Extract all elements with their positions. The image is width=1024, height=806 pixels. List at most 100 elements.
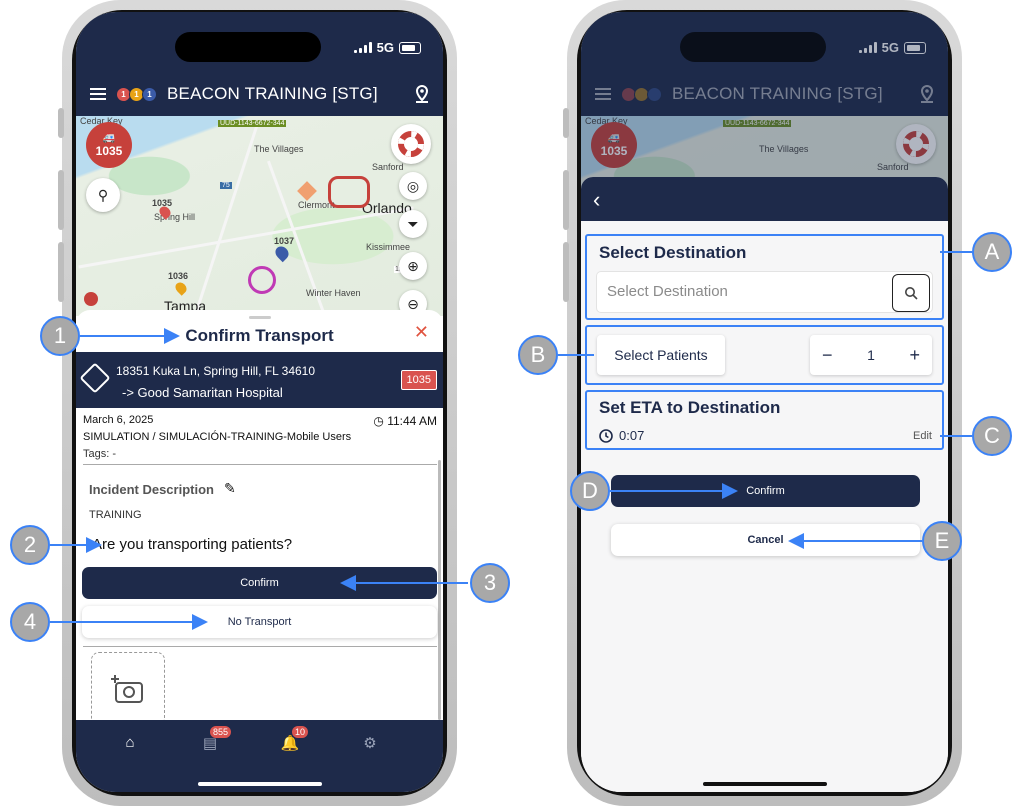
incident-time-wrap: ◷ 11:44 AM [373,414,437,428]
map-label: Kissimmee [366,242,411,252]
divider [83,464,437,465]
mute-switch [563,108,569,138]
crosshair-icon: ◎ [406,177,420,194]
no-transport-button[interactable]: No Transport [82,606,437,638]
ambulance-icon: 🚑 [102,132,116,144]
mute-switch [58,108,64,138]
map-pin-icon[interactable] [272,243,292,263]
hospital-icon[interactable] [84,292,98,306]
callout-c: C [972,416,1012,456]
alert-badge: 10 [292,726,309,738]
sheet-title: Confirm Transport [185,326,334,345]
address-bar: 18351 Kuka Ln, Spring Hill, FL 34610 -> … [76,352,443,408]
destination-search-button[interactable] [892,274,930,312]
menu-icon[interactable] [90,88,106,100]
zoom-in-button[interactable]: ⊕ [399,252,427,280]
patient-count: 1 [867,347,875,363]
right-phone-frame: 5G BEACON TRAINING [STG] Cedar Key UUD-1… [563,0,962,806]
confirm-button[interactable]: Confirm [82,567,437,599]
close-icon[interactable]: ✕ [414,322,429,343]
callout-4: 4 [10,602,50,642]
status-dots: 1 1 1 [116,86,157,102]
add-photo-button[interactable] [91,652,165,726]
add-photo-icon [111,675,143,703]
directions-icon [79,362,111,394]
incident-description-value: TRAINING [89,509,142,521]
battery-icon [399,41,421,54]
home-indicator [702,782,827,786]
callout-d: D [570,471,610,511]
incident-marker-icon[interactable] [297,181,317,201]
unit-number-badge: 1035 [400,370,437,390]
map-label: 1037 [274,236,295,246]
network-label: 5G [376,40,394,55]
eta-value: 0:07 [619,428,645,443]
select-patients-button[interactable]: Select Patients [597,335,725,375]
location-pin-icon[interactable] [415,85,429,103]
map-search-button[interactable]: ⚲ [86,178,120,212]
callout-2: 2 [10,525,50,565]
home-icon[interactable]: ⌂ [120,734,140,754]
callout-e: E [922,521,962,561]
lifebuoy-button[interactable] [391,124,431,164]
volume-down-button [563,242,569,302]
incident-category: SIMULATION / SIMULACIÓN-TRAINING-Mobile … [83,431,352,443]
incident-tags: Tags: - [83,448,117,460]
callout-1: 1 [40,316,80,356]
volume-up-button [58,170,64,230]
search-icon [905,287,918,300]
incident-date: March 6, 2025 [83,414,154,426]
incident-cluster-icon[interactable] [328,176,370,208]
edit-pencil-icon[interactable]: ✎ [224,480,236,497]
recenter-button[interactable]: ◎ [399,172,427,200]
filter-button[interactable]: ⏷ [399,210,427,238]
patient-count-stepper[interactable]: − 1 + [810,335,932,375]
decrement-button[interactable]: − [822,345,833,366]
eta-value-row: 0:07 [599,428,644,443]
callout-3: 3 [470,563,510,603]
zoom-in-icon: ⊕ [407,257,419,274]
confirm-transport-sheet: Confirm Transport ✕ 18351 Kuka Ln, Sprin… [76,310,443,734]
incident-time: 11:44 AM [387,414,437,428]
gear-icon[interactable]: ⚙ [360,734,380,754]
map-label: 1036 [168,271,189,281]
unit-badge-label: 1035 [95,143,123,158]
map-label: Winter Haven [306,288,361,298]
map-label: 75 [220,182,232,189]
drag-handle[interactable] [248,316,271,319]
map-label: UUD-1143-6672-344 [218,120,287,127]
eta-edit-link[interactable]: Edit [913,430,932,442]
callout-a: A [972,232,1012,272]
status-bar: 5G [353,40,421,55]
map-label: The Villages [254,144,304,154]
destination-address: -> Good Samaritan Hospital [122,385,283,400]
incident-marker-icon[interactable] [248,266,276,294]
scrollbar[interactable] [438,460,441,720]
volume-down-button [58,242,64,302]
unit-badge[interactable]: 🚑 1035 [86,122,132,168]
left-screen: 5G 1 1 1 BEACON TRAINING [STG] Cedar Key… [76,12,443,792]
app-title: BEACON TRAINING [STG] [167,84,378,103]
back-chevron-icon[interactable]: ‹ [593,187,600,213]
map-view[interactable]: Cedar Key UUD-1143-6672-344 The Villages… [76,116,443,316]
cancel-button[interactable]: Cancel [611,524,920,556]
select-destination-title: Select Destination [599,243,747,262]
signal-icon [353,42,372,53]
select-destination-section: Select Destination Select Destination [585,234,944,320]
map-pin-icon[interactable] [173,280,189,296]
home-indicator [197,782,322,786]
left-phone-frame: 5G 1 1 1 BEACON TRAINING [STG] Cedar Key… [58,0,457,806]
right-screen: 5G BEACON TRAINING [STG] Cedar Key UUD-1… [581,12,948,792]
divider [83,646,437,647]
set-eta-section: Set ETA to Destination 0:07 Edit [585,390,944,450]
transport-question: Are you transporting patients? [92,536,293,553]
confirm-button[interactable]: Confirm [611,475,920,507]
clock-icon [599,428,613,443]
origin-address: 18351 Kuka Ln, Spring Hill, FL 34610 [116,364,316,378]
clock-icon: ◷ [373,414,384,428]
select-patients-section: Select Patients − 1 + [585,325,944,385]
dynamic-island [175,32,321,62]
destination-input[interactable]: Select Destination [597,272,932,312]
increment-button[interactable]: + [909,345,920,366]
filter-icon: ⏷ [407,215,419,232]
